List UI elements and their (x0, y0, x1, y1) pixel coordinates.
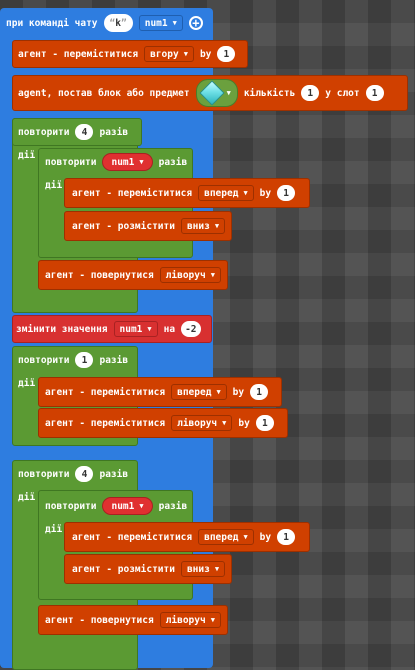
turn-direction-dropdown[interactable]: ліворуч ▼ (159, 267, 221, 283)
steps-input[interactable]: 1 (250, 384, 269, 400)
chevron-down-icon: ▼ (139, 158, 144, 166)
steps-input[interactable]: 1 (255, 415, 274, 431)
do-label: дії (18, 492, 36, 503)
chat-command-header: при команді чату “ k ” num1 ▼ + (6, 12, 203, 34)
variable-dropdown[interactable]: num1 ▼ (113, 321, 158, 337)
steps-input[interactable]: 1 (277, 529, 296, 545)
do-label: дії (18, 378, 36, 389)
chevron-down-icon: ▼ (210, 616, 215, 624)
chevron-down-icon: ▼ (243, 189, 248, 197)
chevron-down-icon: ▼ (214, 222, 220, 230)
loop-var-dropdown[interactable]: num1 ▼ (102, 153, 153, 171)
chevron-down-icon: ▼ (210, 271, 215, 279)
chevron-down-icon: ▼ (183, 50, 188, 58)
delta-input[interactable]: -2 (181, 321, 201, 337)
chevron-down-icon: ▼ (139, 502, 144, 510)
repeat-count-input[interactable]: 4 (75, 124, 94, 140)
chevron-down-icon: ▼ (226, 89, 231, 97)
add-param-icon[interactable]: + (188, 16, 203, 30)
steps-input[interactable]: 1 (217, 46, 236, 62)
direction-dropdown[interactable]: вперед ▼ (171, 384, 227, 400)
repeat-count-input[interactable]: 4 (75, 466, 94, 482)
repeat-count-input[interactable]: 1 (75, 352, 94, 368)
loop-var-dropdown[interactable]: num1 ▼ (102, 497, 153, 515)
chevron-down-icon: ▼ (172, 19, 177, 27)
direction-dropdown[interactable]: вниз ▼ (180, 561, 226, 577)
direction-dropdown[interactable]: вперед ▼ (198, 185, 254, 201)
slot-input[interactable]: 1 (365, 85, 384, 101)
direction-dropdown[interactable]: вгору ▼ (144, 46, 194, 62)
chevron-down-icon: ▼ (147, 325, 152, 333)
chat-command-label: при команді чату (6, 17, 98, 29)
chevron-down-icon: ▼ (214, 565, 220, 573)
event-var-dropdown[interactable]: num1 ▼ (138, 15, 183, 31)
do-label: дії (18, 150, 36, 161)
chevron-down-icon: ▼ (216, 388, 221, 396)
direction-dropdown[interactable]: вниз ▼ (180, 218, 226, 234)
diamond-block-icon (199, 80, 225, 106)
steps-input[interactable]: 1 (277, 185, 296, 201)
count-input[interactable]: 1 (301, 85, 320, 101)
chevron-down-icon: ▼ (222, 419, 227, 427)
item-picker-dropdown[interactable]: ▼ (195, 79, 238, 107)
do-label: дії (45, 524, 63, 535)
turn-direction-dropdown[interactable]: ліворуч ▼ (159, 612, 221, 628)
chevron-down-icon: ▼ (243, 533, 248, 541)
chat-command-input[interactable]: “ k ” (103, 14, 133, 32)
direction-dropdown[interactable]: вперед ▼ (198, 529, 254, 545)
do-label: дії (45, 180, 63, 191)
direction-dropdown[interactable]: ліворуч ▼ (171, 415, 233, 431)
